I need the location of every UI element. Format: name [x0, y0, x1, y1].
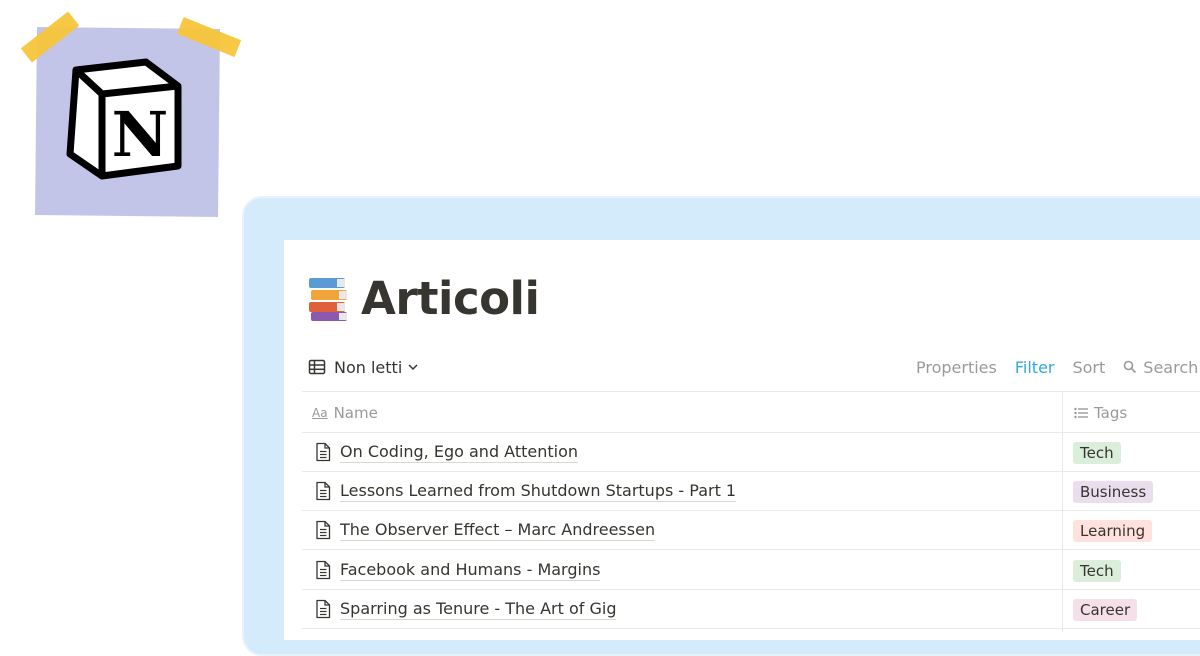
page-header: Articoli [307, 268, 540, 328]
tag-badge[interactable]: Learning [1073, 520, 1153, 543]
list-icon [1074, 407, 1088, 419]
page-icon [316, 599, 331, 618]
sort-button[interactable]: Sort [1072, 358, 1105, 377]
search-icon [1123, 360, 1137, 374]
table-icon [308, 359, 326, 375]
books-icon [309, 278, 347, 321]
table-row[interactable]: Lessons Learned from Shutdown Startups -… [302, 472, 1200, 511]
column-header-tags[interactable]: Tags [1074, 402, 1127, 424]
table-row[interactable]: On Coding, Ego and Attention [302, 433, 1200, 472]
page-icon [316, 482, 331, 501]
table-row[interactable]: The Observer Effect – Marc Andreessen [302, 511, 1200, 550]
database-toolbar: Properties Filter Sort Search [916, 354, 1198, 380]
column-tags-label: Tags [1094, 404, 1128, 422]
page-icon [316, 560, 331, 579]
view-selector[interactable]: Non letti [308, 354, 419, 380]
row-title[interactable]: The Observer Effect – Marc Andreessen [340, 520, 656, 542]
notion-logo-icon: N [66, 58, 182, 180]
row-title[interactable]: On Coding, Ego and Attention [340, 442, 579, 463]
search-label: Search [1143, 357, 1199, 377]
row-title[interactable]: Facebook and Humans - Margins [340, 560, 601, 581]
page-title: Articoli [361, 271, 540, 325]
table-top-border [302, 391, 1200, 392]
notion-logo-letter: N [112, 98, 169, 171]
filter-button[interactable]: Filter [1015, 358, 1055, 377]
text-property-icon: Aa [312, 406, 328, 420]
table-row[interactable]: Sparring as Tenure - The Art of Gig [302, 590, 1200, 629]
search-button[interactable]: Search [1123, 358, 1198, 377]
row-title[interactable]: Lessons Learned from Shutdown Startups -… [340, 481, 737, 503]
tag-badge[interactable]: Career [1073, 598, 1138, 621]
row-title[interactable]: Sparring as Tenure - The Art of Gig [340, 599, 617, 620]
view-label: Non letti [334, 357, 403, 377]
tag-badge[interactable]: Tech [1073, 442, 1121, 464]
page-icon [316, 442, 331, 462]
column-name-label: Name [333, 404, 378, 422]
properties-button[interactable]: Properties [916, 358, 997, 377]
column-header-name[interactable]: Aa Name [312, 402, 378, 424]
chevron-down-icon [408, 364, 418, 371]
table-row[interactable]: Facebook and Humans - Margins [302, 551, 1200, 590]
page-icon [316, 521, 331, 540]
tag-badge[interactable]: Business [1073, 481, 1154, 504]
tag-badge[interactable]: Tech [1073, 559, 1121, 582]
